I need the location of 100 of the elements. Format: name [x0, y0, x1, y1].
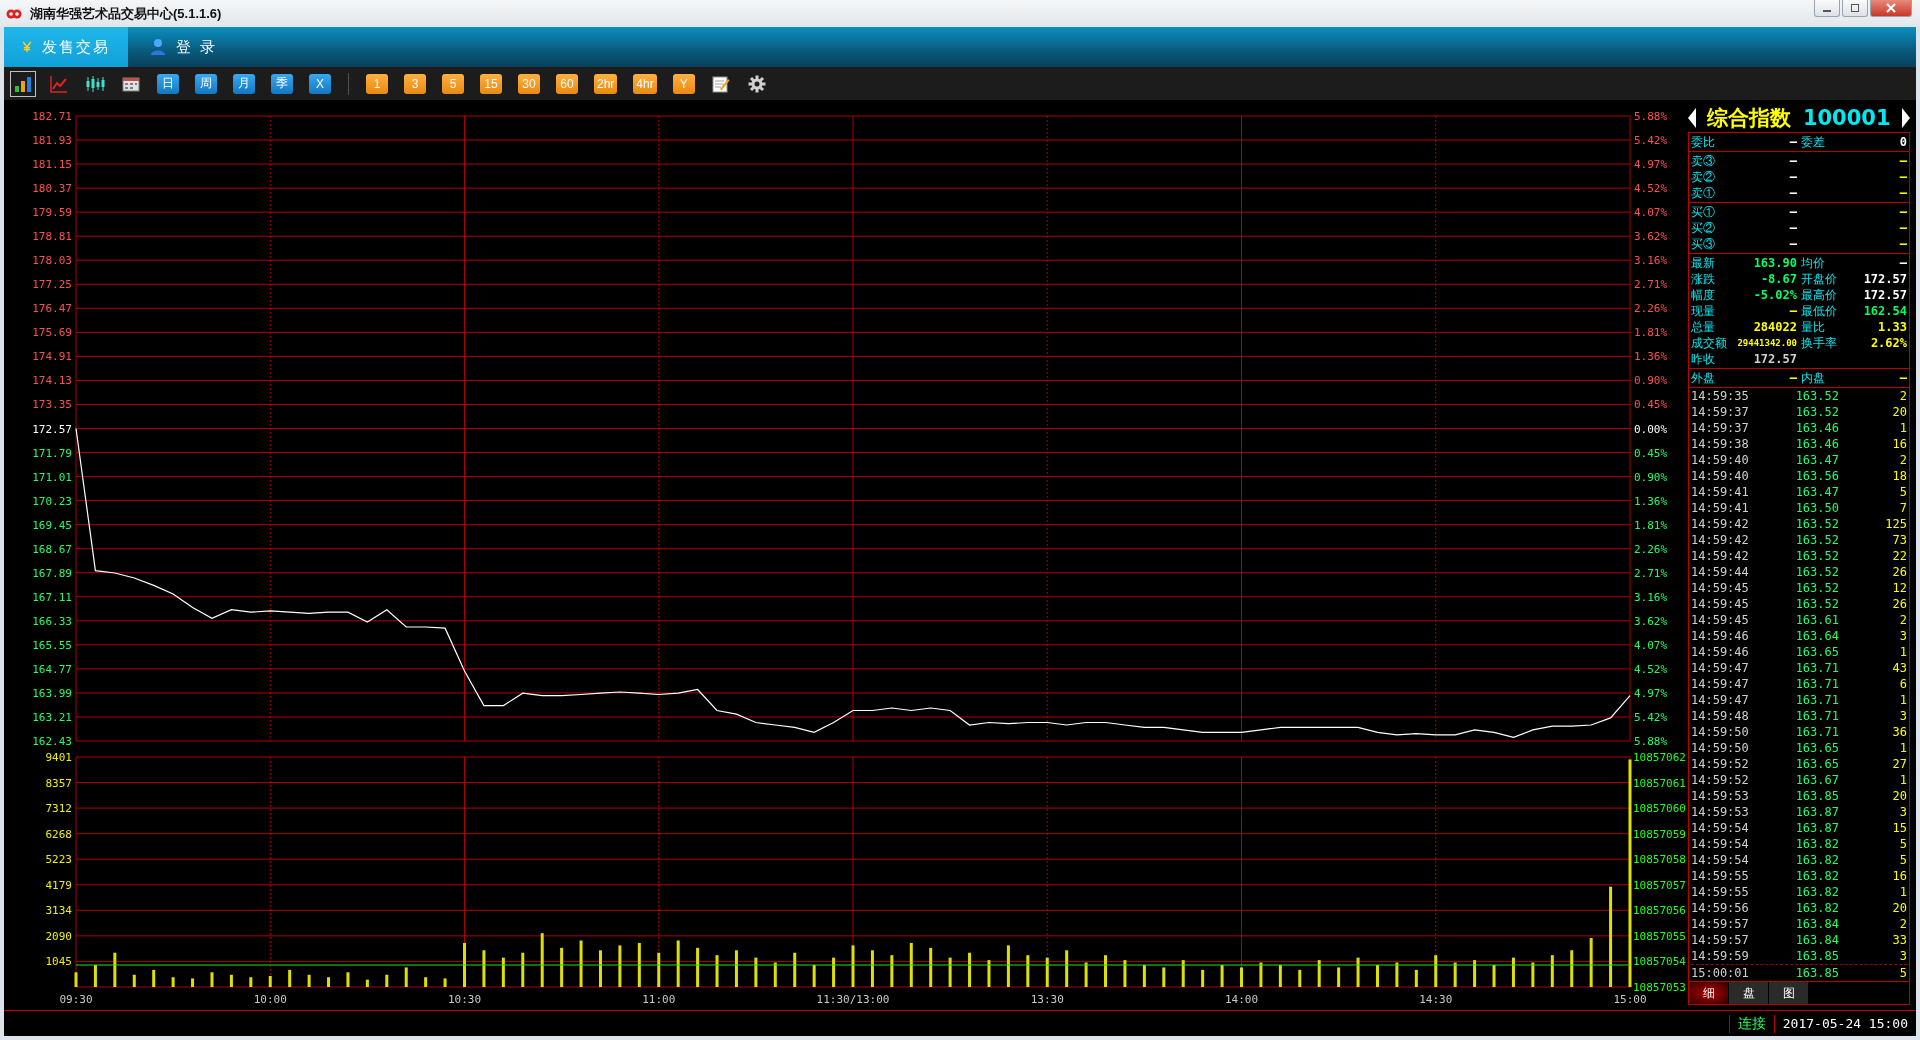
period-button[interactable]: 2hr: [594, 73, 618, 94]
field-value: —: [1789, 135, 1797, 149]
trade-time: 14:59:55: [1691, 869, 1750, 883]
trade-volume: 33: [1891, 933, 1907, 947]
minimize-button[interactable]: [1814, 0, 1840, 17]
trade-volume: 2: [1898, 613, 1907, 627]
trade-price: 163.56: [1794, 469, 1839, 483]
axis-label: 3.16%: [1634, 590, 1668, 604]
field-label: 买①: [1691, 203, 1715, 221]
period-button[interactable]: 日: [157, 73, 179, 94]
field-value: —: [1789, 154, 1797, 168]
period-button[interactable]: 5: [442, 73, 464, 94]
trade-time: 14:59:41: [1691, 485, 1750, 499]
trade-volume: 1: [1898, 885, 1907, 899]
left-arrow-icon[interactable]: [1688, 108, 1696, 128]
volume-bar: [229, 974, 233, 987]
field-label: 现量: [1691, 302, 1715, 320]
period-button[interactable]: 季: [271, 73, 293, 94]
volume-bar: [385, 974, 389, 987]
trade-price: 163.85: [1794, 966, 1839, 980]
trade-volume: 26: [1891, 565, 1907, 579]
trade-time: 14:59:45: [1691, 613, 1750, 627]
nav-tab[interactable]: 登 录: [128, 27, 235, 67]
volume-bar: [1084, 962, 1088, 987]
period-button[interactable]: 15: [480, 73, 502, 94]
period-button[interactable]: 3: [404, 73, 426, 94]
trade-time: 14:59:59: [1691, 949, 1750, 963]
field-value: 0: [1899, 135, 1907, 149]
axis-label: 167.89: [32, 566, 72, 580]
axis-label: 10857055: [1633, 929, 1686, 943]
line-chart-icon: [50, 74, 68, 93]
period-button[interactable]: 30: [518, 73, 540, 94]
axis-label: 4.97%: [1634, 158, 1668, 172]
chart-type-button[interactable]: [10, 70, 36, 97]
axis-label: 165.55: [32, 638, 72, 652]
field-label: 量比: [1801, 318, 1825, 336]
close-button[interactable]: [1870, 0, 1912, 17]
axis-label: 4.52%: [1634, 182, 1668, 196]
panel-tab[interactable]: 细: [1689, 982, 1729, 1004]
trade-time: 14:59:52: [1691, 757, 1750, 771]
trade-price: 163.71: [1794, 661, 1839, 675]
status-datetime: 2017-05-24 15:00: [1781, 1016, 1909, 1031]
trade-price: 163.52: [1794, 389, 1839, 403]
volume-bar: [929, 947, 933, 987]
axis-label: 163.99: [32, 686, 72, 700]
trade-time: 14:59:47: [1691, 677, 1750, 691]
field-label: 均价: [1801, 254, 1825, 272]
period-button[interactable]: 60: [556, 73, 578, 94]
volume-bar: [210, 972, 214, 987]
axis-label: 5223: [45, 853, 72, 867]
panel-tab[interactable]: 盘: [1729, 982, 1769, 1004]
trade-price: 163.52: [1794, 581, 1839, 595]
volume-bar: [443, 978, 447, 987]
volume-bar: [1473, 960, 1477, 987]
axis-label: 1045: [45, 955, 72, 969]
axis-label: 1.81%: [1634, 518, 1668, 532]
volume-bar: [1550, 955, 1554, 987]
axis-label: 179.59: [32, 206, 72, 220]
volume-bar: [424, 977, 428, 987]
volume-bar: [734, 950, 738, 987]
period-button[interactable]: 月: [233, 73, 255, 94]
field-label: 委比: [1691, 133, 1715, 151]
period-button[interactable]: 4hr: [633, 73, 657, 94]
axis-label: 10857056: [1633, 904, 1686, 918]
trade-time: 14:59:47: [1691, 661, 1750, 675]
volume-bar: [909, 942, 913, 987]
period-button[interactable]: Y: [672, 73, 695, 94]
trade-volume: 2: [1898, 453, 1907, 467]
maximize-button[interactable]: [1842, 0, 1868, 17]
panel-tab[interactable]: 图: [1769, 982, 1809, 1004]
time-label: 10:00: [253, 993, 287, 1006]
axis-label: 4.97%: [1634, 686, 1668, 700]
axis-label: 172.57: [32, 422, 72, 436]
axis-label: 178.03: [32, 254, 72, 268]
period-button[interactable]: 1: [366, 73, 388, 94]
right-arrow-icon[interactable]: [1902, 108, 1910, 128]
field-value: —: [1789, 237, 1797, 251]
candlestick-icon: [85, 74, 105, 93]
period-button[interactable]: X: [309, 73, 331, 94]
field-value: —: [1899, 154, 1907, 168]
volume-bar: [171, 977, 175, 987]
axis-label: 176.47: [32, 302, 72, 316]
volume-bar: [1220, 965, 1224, 987]
axis-label: 3.16%: [1634, 254, 1668, 268]
volume-bar: [1298, 969, 1302, 987]
axis-label: 162.43: [32, 735, 72, 745]
axis-label: 1.81%: [1634, 326, 1668, 340]
trade-time: 15:00:01: [1691, 966, 1750, 980]
time-label: 15:00: [1613, 993, 1647, 1006]
volume-bar: [93, 965, 97, 987]
nav-tab[interactable]: 发售交易: [4, 27, 128, 67]
axis-label: 10857058: [1633, 853, 1686, 867]
trade-price: 163.65: [1794, 757, 1839, 771]
trade-time: 14:59:54: [1691, 853, 1750, 867]
field-label: 成交额: [1691, 334, 1727, 352]
trade-volume: 3: [1898, 629, 1907, 643]
volume-bar: [152, 969, 156, 987]
field-label: 开盘价: [1801, 270, 1837, 288]
period-button[interactable]: 周: [195, 73, 217, 94]
trade-price: 163.71: [1794, 709, 1839, 723]
